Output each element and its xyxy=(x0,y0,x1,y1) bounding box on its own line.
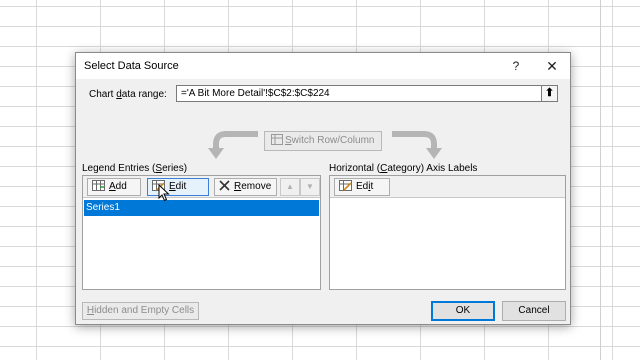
move-up-button[interactable]: ▲ xyxy=(280,178,300,196)
close-button[interactable]: ✕ xyxy=(540,56,564,76)
curved-arrow-left-icon xyxy=(208,131,258,159)
add-icon xyxy=(92,180,105,191)
chart-data-range-input[interactable]: ='A Bit More Detail'!$C$2:$C$224 xyxy=(176,85,542,102)
mouse-cursor-icon xyxy=(158,184,170,202)
curved-arrow-right-icon xyxy=(392,131,442,159)
collapse-dialog-button[interactable]: ⬆ xyxy=(541,85,558,102)
add-series-button[interactable]: Add xyxy=(87,178,141,196)
legend-toolbar: Add Edit Remove ▲ ▼ xyxy=(83,176,320,198)
legend-entries-label: Legend Entries (Series) xyxy=(82,163,188,174)
dialog-title-bar[interactable]: Select Data Source ? ✕ xyxy=(76,53,570,79)
move-down-button[interactable]: ▼ xyxy=(300,178,320,196)
edit-icon xyxy=(339,180,352,191)
series-list-item[interactable]: Series1 xyxy=(84,200,319,216)
select-data-source-dialog: Select Data Source ? ✕ Chart data range:… xyxy=(75,52,571,325)
chart-data-range-label: Chart data range: xyxy=(89,89,167,100)
switch-row-column-button[interactable]: Switch Row/Column xyxy=(264,131,382,151)
remove-icon xyxy=(219,180,230,191)
axis-toolbar: Edit xyxy=(330,176,565,198)
hidden-empty-cells-button[interactable]: Hidden and Empty Cells xyxy=(82,302,199,320)
spreadsheet-column-edge xyxy=(600,0,640,360)
edit-series-button[interactable]: Edit xyxy=(147,178,209,196)
dialog-title: Select Data Source xyxy=(84,60,179,72)
ok-button[interactable]: OK xyxy=(431,301,495,321)
cancel-button[interactable]: Cancel xyxy=(502,301,566,321)
legend-entries-panel: Add Edit Remove ▲ ▼ Series1 xyxy=(82,175,321,290)
edit-axis-labels-button[interactable]: Edit xyxy=(334,178,390,196)
switch-row-column-icon xyxy=(271,134,283,145)
help-button[interactable]: ? xyxy=(504,56,528,76)
remove-series-button[interactable]: Remove xyxy=(214,178,277,196)
axis-labels-label: Horizontal (Category) Axis Labels xyxy=(329,163,478,174)
axis-labels-panel: Edit xyxy=(329,175,566,290)
